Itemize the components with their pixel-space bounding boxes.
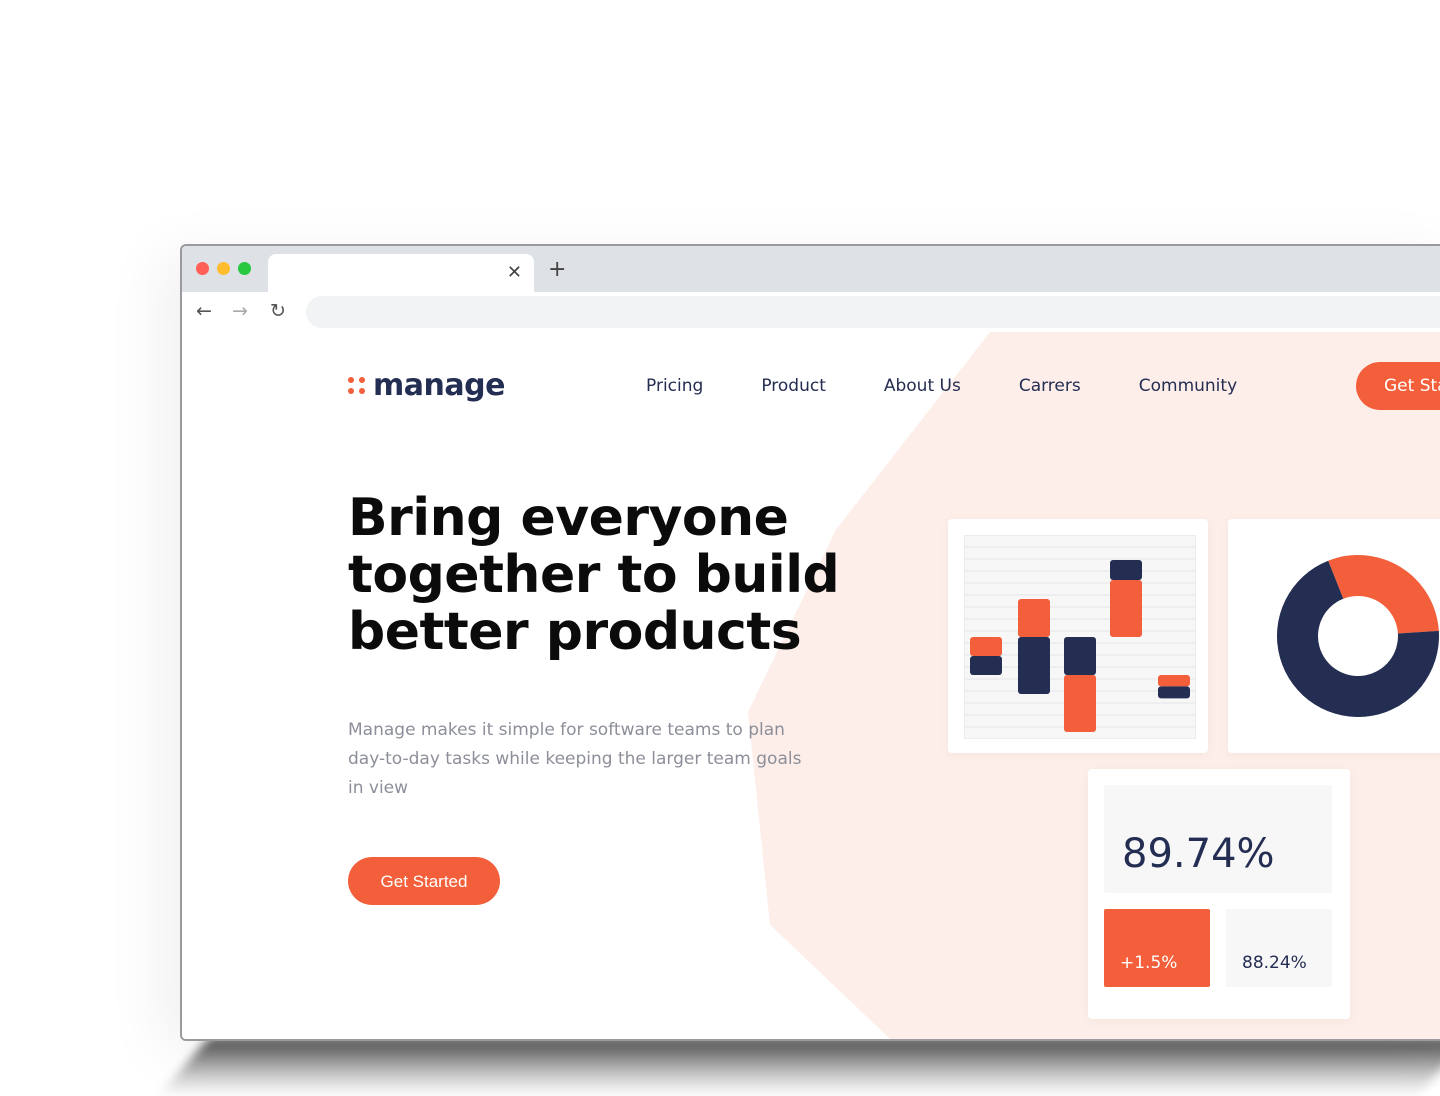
browser-window: ✕ + ← → ↻ manage Pricing Product About U… <box>180 244 1440 1041</box>
bar-segment <box>1158 686 1190 699</box>
stat-main-tile: 89.74% <box>1104 785 1332 893</box>
donut-chart <box>1277 555 1439 717</box>
stats-card: 89.74% +1.5% 88.24% <box>1088 769 1350 1019</box>
tab-bar: ✕ + <box>182 246 1440 292</box>
logo-text: manage <box>373 368 505 403</box>
bar-chart-card <box>948 519 1208 753</box>
nav-link-pricing[interactable]: Pricing <box>646 376 703 396</box>
landing-page: manage Pricing Product About Us Carrers … <box>182 332 1440 1039</box>
stat-main-value: 89.74% <box>1122 831 1275 877</box>
bar-segment <box>1110 560 1142 580</box>
bar-segment <box>1158 675 1190 687</box>
bar-segment <box>1064 675 1096 732</box>
hero-subtitle: Manage makes it simple for software team… <box>348 720 802 798</box>
donut-slice <box>1328 555 1439 634</box>
plus-icon[interactable]: + <box>548 257 566 282</box>
bar-segment <box>1018 637 1050 694</box>
stat-secondary-tile: 88.24% <box>1226 909 1332 987</box>
bar-segment <box>970 637 1002 656</box>
maximize-window-button[interactable] <box>238 262 251 275</box>
reload-icon[interactable]: ↻ <box>270 300 286 322</box>
window-controls <box>196 262 251 275</box>
forward-arrow-icon[interactable]: → <box>232 300 248 322</box>
nav-link-product[interactable]: Product <box>761 376 826 396</box>
stat-change-value: +1.5% <box>1120 953 1178 973</box>
stat-secondary-value: 88.24% <box>1242 953 1307 973</box>
bar-segment <box>1064 637 1096 675</box>
logo-dots-icon <box>348 377 365 394</box>
close-icon[interactable]: ✕ <box>507 262 522 283</box>
nav-link-carrers[interactable]: Carrers <box>1019 376 1081 396</box>
browser-tab[interactable]: ✕ <box>268 254 534 292</box>
donut-chart-card <box>1228 519 1440 753</box>
address-bar[interactable] <box>306 296 1440 328</box>
bar-segment <box>970 656 1002 675</box>
browser-toolbar: ← → ↻ <box>182 292 1440 332</box>
bar-chart <box>964 535 1196 739</box>
nav-link-about-us[interactable]: About Us <box>884 376 961 396</box>
hero-get-started-button[interactable]: Get Started <box>348 857 500 905</box>
header-get-started-button[interactable]: Get Started <box>1356 362 1440 410</box>
hero-title: Bring everyone together to build better … <box>348 488 840 662</box>
minimize-window-button[interactable] <box>217 262 230 275</box>
bar-segment <box>1110 580 1142 637</box>
close-window-button[interactable] <box>196 262 209 275</box>
bar-segment <box>1018 599 1050 637</box>
stat-change-tile: +1.5% <box>1104 909 1210 987</box>
main-nav: Pricing Product About Us Carrers Communi… <box>646 376 1237 396</box>
back-arrow-icon[interactable]: ← <box>196 300 212 322</box>
logo[interactable]: manage <box>348 368 505 403</box>
nav-link-community[interactable]: Community <box>1139 376 1237 396</box>
browser-shadow <box>159 1036 1440 1096</box>
